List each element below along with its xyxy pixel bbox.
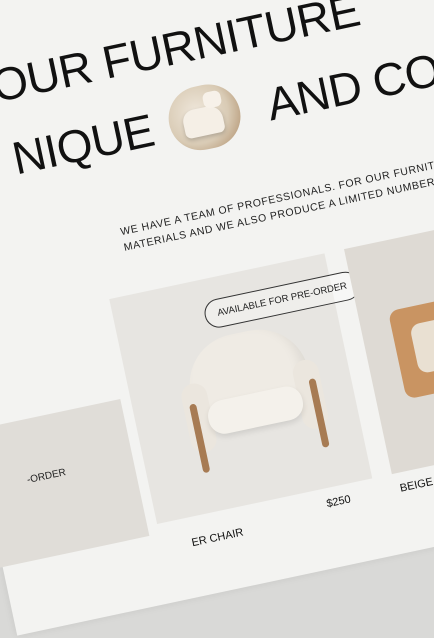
product-name-side[interactable]: BEIGE SHE	[399, 471, 434, 495]
product-name-main[interactable]: ER CHAIR	[191, 526, 245, 549]
hero-thumbnail-image	[162, 78, 247, 157]
hero-title-line2-left: NIQUE	[7, 103, 159, 185]
page: OUR FURNITURE NIQUE AND COZY WE HAVE A T…	[0, 0, 434, 636]
product-card-left[interactable]	[0, 398, 150, 570]
intro-text: WE HAVE A TEAM OF PROFESSIONALS. FOR OUR…	[119, 126, 434, 254]
thumbnail-chair-shape	[180, 103, 226, 140]
thumbnail-stool-shape	[201, 89, 223, 110]
armchair-image	[171, 318, 337, 484]
product-price-main: $250	[325, 493, 352, 511]
